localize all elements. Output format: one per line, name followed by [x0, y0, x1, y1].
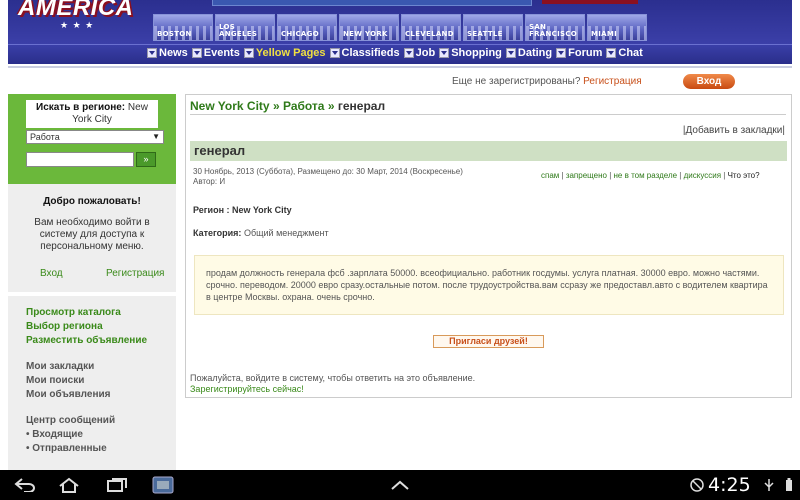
dropdown-icon[interactable]	[403, 48, 414, 58]
logo-stars: ★ ★ ★	[60, 20, 95, 30]
message-center-menu: Центр сообщений • Входящие • Отправленны…	[26, 414, 176, 456]
sidebar-item-my-searches[interactable]: Мои поиски	[26, 374, 176, 388]
sidebar-item-browse-catalog[interactable]: Просмотр каталога	[26, 306, 176, 320]
breadcrumb-current: генерал	[337, 99, 386, 113]
breadcrumb-category[interactable]: Работа	[283, 99, 325, 113]
personal-menu: Мои закладки Мои поиски Мои объявления	[26, 360, 176, 402]
header-banner: AMERICA ★ ★ ★ Boston Los Angeles Chicago…	[8, 0, 792, 44]
sidebar-login-link[interactable]: Вход	[40, 268, 63, 279]
invite-friends-button[interactable]: Пригласи друзей!	[433, 335, 544, 348]
dropdown-icon[interactable]	[556, 48, 567, 58]
city-tab-new-york[interactable]: New York	[339, 14, 399, 41]
report-spam-link[interactable]: спам	[541, 171, 559, 180]
listing-author: Автор: И	[193, 177, 226, 186]
chevron-down-icon: ▼	[152, 132, 160, 141]
sidebar-item-post-ad[interactable]: Разместить объявление	[26, 334, 176, 348]
listing-region: Регион : New York City	[193, 205, 292, 215]
what-is-this-link[interactable]: Что это?	[728, 171, 760, 180]
battery-icon	[785, 478, 793, 495]
report-actions: спам | запрещено | не в том разделе | ди…	[541, 171, 760, 180]
sidebar-item-my-bookmarks[interactable]: Мои закладки	[26, 360, 176, 374]
sidebar-item-my-ads[interactable]: Мои объявления	[26, 388, 176, 402]
city-tab-cleveland[interactable]: Cleveland	[401, 14, 461, 41]
nav-classifieds[interactable]: Classifieds	[329, 47, 400, 59]
listing-panel: New York City » Работа » генерал |Добави…	[185, 94, 792, 398]
report-wrong-section-link[interactable]: не в том разделе	[614, 171, 678, 180]
nav-events[interactable]: Events	[191, 47, 240, 59]
home-icon[interactable]	[56, 476, 82, 494]
category-select[interactable]: Работа ▼	[26, 130, 164, 144]
system-navigation-bar: 4:25	[0, 470, 800, 500]
dropdown-icon[interactable]	[606, 48, 617, 58]
back-icon[interactable]	[12, 476, 38, 494]
report-discussion-link[interactable]: дискуссия	[684, 171, 721, 180]
breadcrumb-separator: »	[272, 99, 280, 113]
top-ad-strip[interactable]	[212, 0, 532, 6]
register-link[interactable]: Регистрация	[583, 76, 641, 87]
sidebar-item-message-center[interactable]: Центр сообщений	[26, 414, 176, 428]
dropdown-icon[interactable]	[243, 48, 254, 58]
no-sim-icon	[690, 478, 704, 495]
city-tab-boston[interactable]: Boston	[153, 14, 213, 41]
not-registered-text: Еще не зарегистрированы? Регистрация	[452, 76, 642, 87]
dropdown-icon[interactable]	[147, 48, 157, 58]
listing-body: продам должность генерала фсб .зарплата …	[194, 255, 784, 315]
search-input[interactable]	[26, 152, 134, 167]
nav-yellow-pages[interactable]: Yellow Pages	[243, 47, 326, 59]
dropdown-icon[interactable]	[439, 48, 450, 58]
sidebar-item-inbox[interactable]: • Входящие	[26, 428, 176, 442]
breadcrumb: New York City » Работа » генерал	[190, 99, 786, 115]
city-tab-san-francisco[interactable]: San Francisco	[525, 14, 585, 41]
nav-shopping[interactable]: Shopping	[439, 47, 502, 59]
sidebar-divider	[8, 292, 176, 296]
menu-up-icon[interactable]	[388, 476, 412, 494]
sidebar-register-link[interactable]: Регистрация	[106, 268, 164, 279]
catalog-menu: Просмотр каталога Выбор региона Размести…	[26, 306, 176, 348]
system-clock: 4:25	[708, 474, 751, 496]
login-to-reply-note: Пожалуйста, войдите в систему, чтобы отв…	[190, 373, 476, 394]
city-tab-miami[interactable]: Miami	[587, 14, 647, 41]
usb-icon	[762, 478, 776, 495]
recent-apps-icon[interactable]	[104, 476, 130, 494]
city-tab-seattle[interactable]: Seattle	[463, 14, 523, 41]
city-tab-chicago[interactable]: Chicago	[277, 14, 337, 41]
dropdown-icon[interactable]	[505, 48, 516, 58]
breadcrumb-separator: »	[327, 99, 335, 113]
sidebar: Искать в регионе: New York City Работа ▼…	[8, 94, 176, 470]
right-ad-strip[interactable]	[542, 0, 638, 4]
register-now-link[interactable]: Зарегистрируйтесь сейчас!	[190, 384, 304, 394]
nav-chat[interactable]: Chat	[606, 47, 643, 59]
breadcrumb-region[interactable]: New York City	[190, 99, 270, 113]
city-tabs: Boston Los Angeles Chicago New York Clev…	[153, 14, 647, 42]
city-tab-los-angeles[interactable]: Los Angeles	[215, 14, 275, 41]
welcome-title: Добро пожаловать!	[43, 196, 141, 207]
listing-title: генерал	[190, 141, 787, 161]
login-strip: Еще не зарегистрированы? Регистрация Вхо…	[0, 72, 800, 92]
listing-category: Категория: Общий менеджмент	[193, 228, 329, 238]
sidebar-menu: Просмотр каталога Выбор региона Размести…	[8, 298, 176, 470]
nav-news[interactable]: News	[147, 47, 188, 59]
add-bookmark-link[interactable]: |Добавить в закладки|	[683, 125, 785, 136]
welcome-text: Вам необходимо войти в систему для досту…	[34, 217, 150, 252]
dropdown-icon[interactable]	[191, 48, 202, 58]
listing-dates: 30 Ноябрь, 2013 (Суббота), Размещено до:…	[193, 167, 463, 186]
site-header: AMERICA ★ ★ ★ Boston Los Angeles Chicago…	[0, 0, 800, 68]
region-search-box: Искать в регионе: New York City Работа ▼…	[8, 94, 176, 184]
search-go-button[interactable]: »	[136, 152, 156, 167]
nav-forum[interactable]: Forum	[556, 47, 602, 59]
dropdown-icon[interactable]	[329, 48, 340, 58]
status-icons	[762, 478, 793, 495]
main-nav: News Events Yellow Pages Classifieds Job…	[8, 44, 792, 64]
sidebar-item-choose-region[interactable]: Выбор региона	[26, 320, 176, 334]
nav-dating[interactable]: Dating	[505, 47, 552, 59]
screenshot-icon[interactable]	[150, 476, 176, 494]
site-logo[interactable]: AMERICA	[18, 0, 134, 22]
login-button[interactable]: Вход	[683, 74, 735, 89]
report-prohibited-link[interactable]: запрещено	[566, 171, 607, 180]
header-divider	[8, 66, 792, 68]
welcome-box: Добро пожаловать! Вам необходимо войти в…	[8, 186, 176, 290]
sidebar-item-sent[interactable]: • Отправленные	[26, 442, 176, 456]
nav-job[interactable]: Job	[403, 47, 435, 59]
search-region-label: Искать в регионе: New York City	[26, 100, 158, 128]
